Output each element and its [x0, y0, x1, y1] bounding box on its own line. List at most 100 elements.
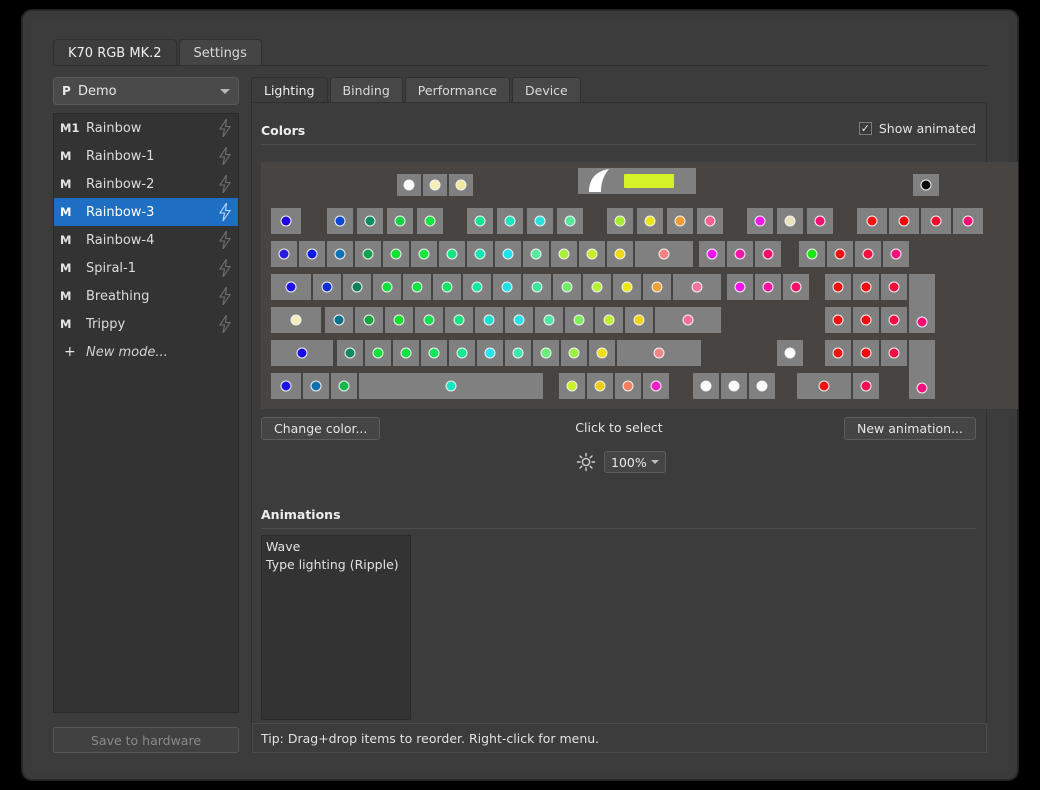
tab-performance[interactable]: Performance: [404, 77, 510, 103]
keyboard-key[interactable]: [445, 307, 473, 333]
keyboard-key[interactable]: [467, 208, 493, 234]
keyboard-key[interactable]: [587, 373, 613, 399]
mode-list-item[interactable]: M Rainbow-4: [54, 226, 238, 254]
keyboard-key[interactable]: [383, 241, 409, 267]
save-to-hardware-button[interactable]: Save to hardware: [53, 727, 239, 753]
keyboard-key[interactable]: [881, 274, 907, 300]
keyboard-key[interactable]: [825, 274, 851, 300]
keyboard-key[interactable]: [271, 373, 301, 399]
keyboard-key[interactable]: [727, 274, 753, 300]
keyboard-key[interactable]: [417, 208, 443, 234]
mode-list-item[interactable]: M1 Rainbow: [54, 114, 238, 142]
keyboard-key[interactable]: [643, 373, 669, 399]
keyboard-key[interactable]: [607, 241, 633, 267]
keyboard-key[interactable]: [583, 274, 611, 300]
keyboard-key[interactable]: [613, 274, 641, 300]
keyboard-key[interactable]: [359, 373, 543, 399]
keyboard-key[interactable]: [271, 208, 301, 234]
keyboard-key[interactable]: [421, 340, 447, 366]
keyboard-key[interactable]: [467, 241, 493, 267]
keyboard-key[interactable]: [423, 174, 447, 196]
keyboard-key[interactable]: [727, 241, 753, 267]
keyboard-key[interactable]: [403, 274, 431, 300]
keyboard-key[interactable]: [909, 274, 935, 333]
show-animated-checkbox[interactable]: ✓ Show animated: [858, 121, 976, 136]
keyboard-key[interactable]: [411, 241, 437, 267]
keyboard-key[interactable]: [527, 208, 553, 234]
mode-list[interactable]: M1 Rainbow M Rainbow-1 M Rainbow-2 M Rainbow-3 M…: [53, 113, 239, 713]
tab-lighting[interactable]: Lighting: [251, 77, 328, 103]
keyboard-key[interactable]: [475, 307, 503, 333]
keyboard-key[interactable]: [523, 274, 551, 300]
keyboard-key[interactable]: [853, 373, 879, 399]
keyboard-key[interactable]: [747, 208, 773, 234]
keyboard-key[interactable]: [881, 307, 907, 333]
keyboard-key[interactable]: [579, 241, 605, 267]
keyboard-key[interactable]: [343, 274, 371, 300]
keyboard-key[interactable]: [439, 241, 465, 267]
keyboard-key[interactable]: [385, 307, 413, 333]
keyboard-key[interactable]: [313, 274, 341, 300]
keyboard-key[interactable]: [625, 307, 653, 333]
keyboard-key[interactable]: [921, 208, 951, 234]
keyboard-key[interactable]: [463, 274, 491, 300]
keyboard-key[interactable]: [783, 274, 809, 300]
keyboard-key[interactable]: [667, 208, 693, 234]
keyboard-key[interactable]: [655, 307, 721, 333]
keyboard-key[interactable]: [697, 208, 723, 234]
animations-list[interactable]: Wave Type lighting (Ripple): [261, 535, 411, 720]
keyboard-key[interactable]: [595, 307, 623, 333]
keyboard-key[interactable]: [909, 340, 935, 399]
keyboard-key[interactable]: [331, 373, 357, 399]
tab-k70-rgb-mk2[interactable]: K70 RGB MK.2: [53, 39, 177, 66]
keyboard-key[interactable]: [299, 241, 325, 267]
keyboard-key[interactable]: [365, 340, 391, 366]
keyboard-key[interactable]: [327, 208, 353, 234]
keyboard-key[interactable]: [553, 274, 581, 300]
keyboard-key[interactable]: [303, 373, 329, 399]
keyboard-key[interactable]: [699, 241, 725, 267]
keyboard-key[interactable]: [855, 241, 881, 267]
keyboard-key[interactable]: [535, 307, 563, 333]
mode-list-item[interactable]: M Rainbow-2: [54, 170, 238, 198]
keyboard-key[interactable]: [355, 241, 381, 267]
new-animation-button[interactable]: New animation...: [844, 417, 976, 440]
keyboard-key[interactable]: [373, 274, 401, 300]
mode-list-item[interactable]: M Breathing: [54, 282, 238, 310]
keyboard-key[interactable]: [607, 208, 633, 234]
mode-list-item[interactable]: M Rainbow-1: [54, 142, 238, 170]
keyboard-key[interactable]: [449, 340, 475, 366]
keyboard-key[interactable]: [853, 307, 879, 333]
keyboard-key[interactable]: [953, 208, 983, 234]
keyboard-key[interactable]: [477, 340, 503, 366]
keyboard-key[interactable]: [495, 241, 521, 267]
keyboard-key[interactable]: [559, 373, 585, 399]
keyboard-key[interactable]: [271, 241, 297, 267]
keyboard-key[interactable]: [357, 208, 383, 234]
keyboard-key[interactable]: [327, 241, 353, 267]
keyboard-key[interactable]: [827, 241, 853, 267]
keyboard-key[interactable]: [271, 307, 321, 333]
keyboard-key[interactable]: [387, 208, 413, 234]
keyboard-key[interactable]: [355, 307, 383, 333]
mode-list-item[interactable]: M Trippy: [54, 310, 238, 338]
keyboard-key-grid[interactable]: [261, 162, 1018, 409]
keyboard-key[interactable]: [271, 340, 333, 366]
profile-selector[interactable]: P Demo: [53, 77, 239, 105]
keyboard-key[interactable]: [797, 373, 851, 399]
keyboard-key[interactable]: [777, 208, 803, 234]
keyboard-key[interactable]: [497, 208, 523, 234]
keyboard-key[interactable]: [271, 274, 311, 300]
keyboard-key[interactable]: [415, 307, 443, 333]
keyboard-key[interactable]: [533, 340, 559, 366]
keyboard-key[interactable]: [493, 274, 521, 300]
keyboard-key[interactable]: [799, 241, 825, 267]
keyboard-key[interactable]: [337, 340, 363, 366]
animation-list-item[interactable]: Wave: [262, 538, 410, 556]
keyboard-key[interactable]: [853, 274, 879, 300]
tab-settings[interactable]: Settings: [178, 39, 262, 66]
keyboard-key[interactable]: [565, 307, 593, 333]
keyboard-key[interactable]: [561, 340, 587, 366]
keyboard-key[interactable]: [825, 307, 851, 333]
keyboard-key[interactable]: [433, 274, 461, 300]
